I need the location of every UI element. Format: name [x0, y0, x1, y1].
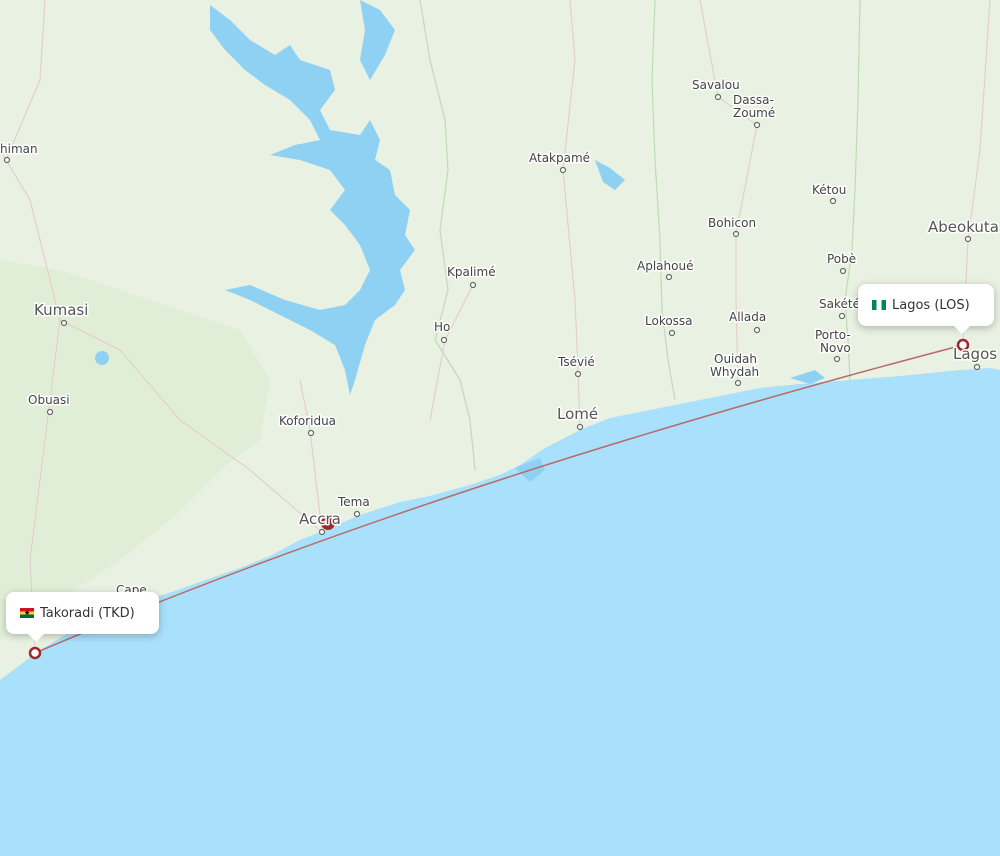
city-obuasi: Obuasi: [28, 393, 70, 407]
city-kpalime: Kpalimé: [447, 265, 496, 279]
city-novo: Novo: [820, 341, 851, 355]
ghana-flag-icon: [20, 608, 34, 618]
city-aplahoue: Aplahoué: [637, 259, 693, 273]
origin-marker[interactable]: [28, 646, 42, 660]
city-tsevie: Tsévié: [557, 355, 595, 369]
city-zoume: Zoumé: [733, 106, 775, 120]
city-koforidua: Koforidua: [279, 414, 336, 428]
city-tema: Tema: [337, 495, 370, 509]
city-whydah: Whydah: [710, 365, 759, 379]
city-accra: Accra: [299, 510, 341, 528]
city-pobe: Pobè: [827, 252, 856, 266]
city-lome: Lomé: [557, 405, 598, 423]
map-canvas[interactable]: Kumasi Obuasi Koforidua Accra Tema Cape …: [0, 0, 1000, 856]
city-allada: Allada: [729, 310, 766, 324]
city-porto: Porto-: [815, 328, 851, 342]
city-lagos: Lagos: [953, 345, 997, 363]
destination-airport-label[interactable]: Lagos (LOS): [858, 284, 994, 334]
city-abeokuta: Abeokuta: [928, 218, 999, 236]
origin-airport-name: Takoradi (TKD): [40, 605, 135, 621]
city-ahiman: himan: [0, 142, 38, 156]
city-atakpame: Atakpamé: [529, 151, 590, 165]
city-lokossa: Lokossa: [645, 314, 693, 328]
city-savalou: Savalou: [692, 78, 740, 92]
lake-bosumtwi: [95, 351, 109, 365]
destination-airport-name: Lagos (LOS): [892, 297, 970, 313]
city-kumasi: Kumasi: [34, 301, 88, 319]
nigeria-flag-icon: [872, 300, 886, 310]
city-bohicon: Bohicon: [708, 216, 756, 230]
origin-airport-label[interactable]: Takoradi (TKD): [6, 592, 159, 642]
city-ketou: Kétou: [812, 183, 846, 197]
city-ho: Ho: [434, 320, 450, 334]
city-dassa: Dassa-: [733, 93, 774, 107]
city-ouidah: Ouidah: [714, 352, 757, 366]
city-sakete: Sakété: [819, 297, 860, 311]
